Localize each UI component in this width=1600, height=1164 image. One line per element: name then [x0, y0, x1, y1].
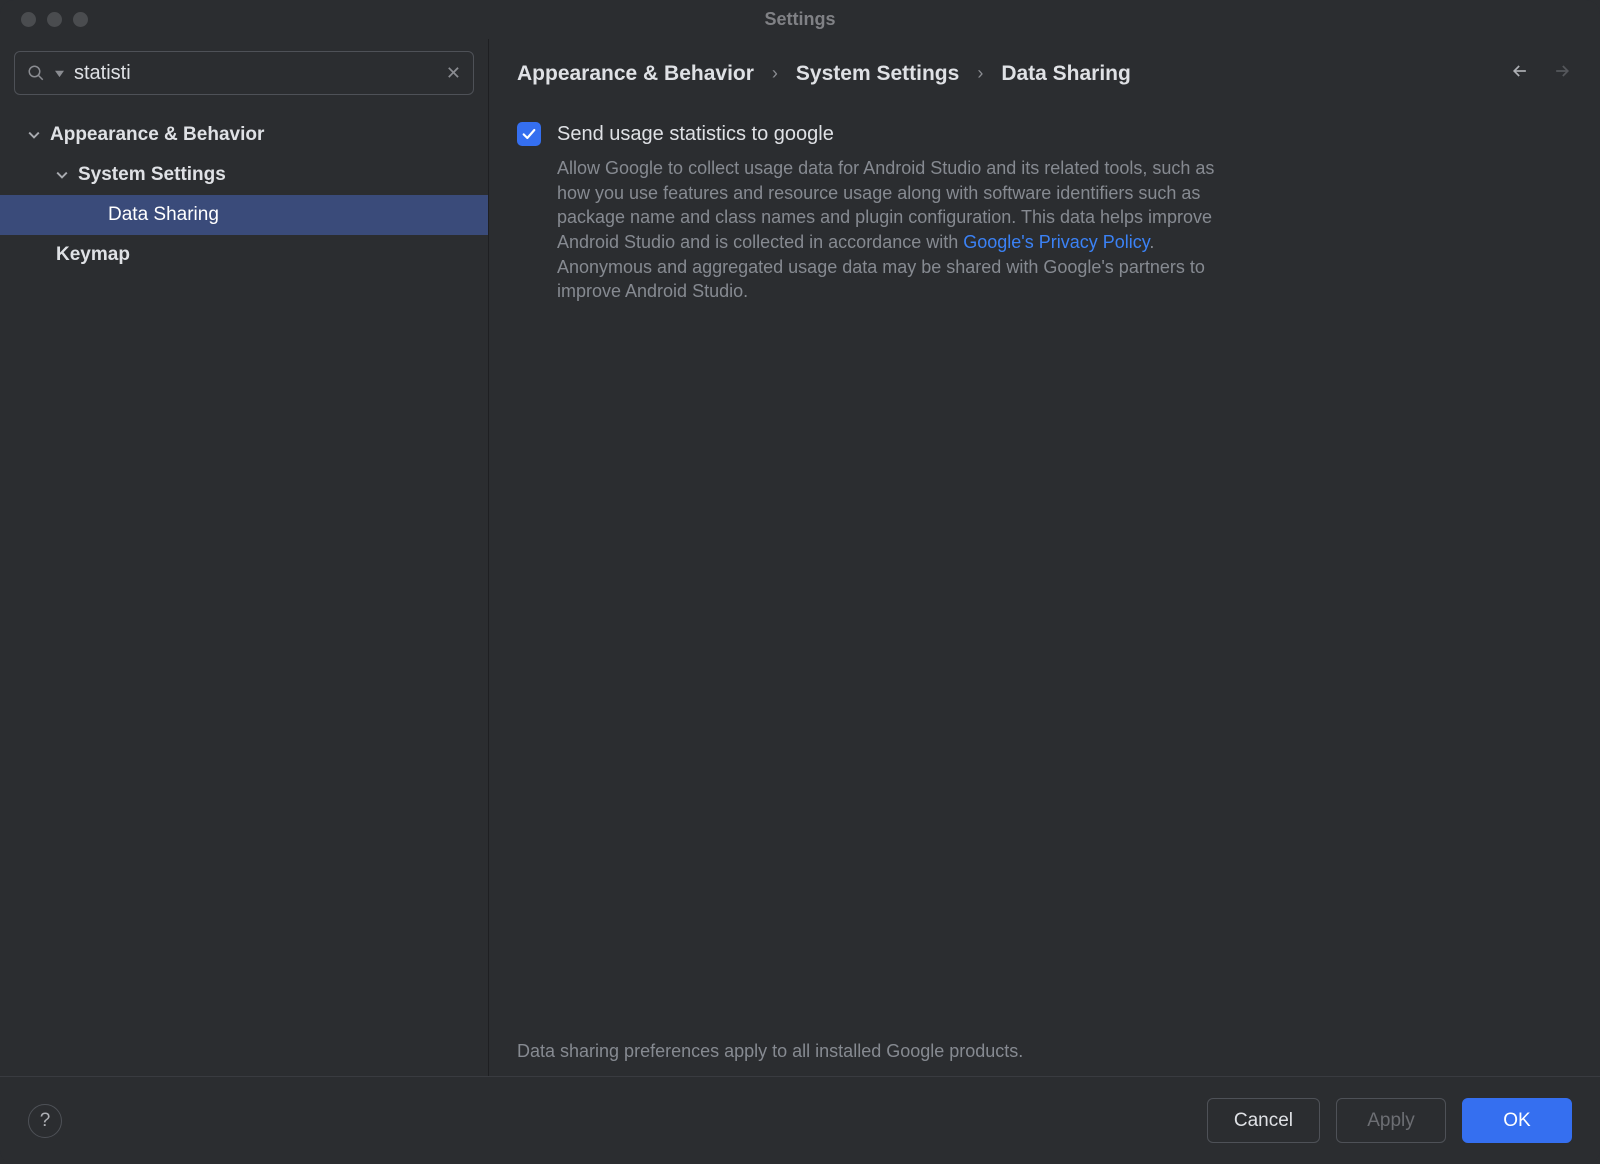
- breadcrumb-part: Data Sharing: [1001, 62, 1131, 86]
- send-usage-statistics-label: Send usage statistics to google: [557, 123, 834, 146]
- settings-tree: Appearance & Behavior System Settings Da…: [0, 105, 488, 275]
- breadcrumb-separator: ›: [977, 63, 983, 84]
- sidebar-item-keymap[interactable]: Keymap: [0, 235, 488, 275]
- sidebar-item-appearance-behavior[interactable]: Appearance & Behavior: [0, 115, 488, 155]
- clear-search-icon[interactable]: ✕: [446, 63, 461, 84]
- sidebar-item-label: System Settings: [78, 164, 226, 186]
- help-icon: ?: [40, 1110, 51, 1132]
- chevron-down-icon: [54, 167, 70, 183]
- data-sharing-note: Data sharing preferences apply to all in…: [489, 1041, 1600, 1076]
- breadcrumb: Appearance & Behavior › System Settings …: [517, 62, 1131, 86]
- zoom-window-button[interactable]: [73, 12, 88, 27]
- check-icon: [521, 126, 537, 142]
- settings-window: Settings ✕ Appearance & Behavior: [0, 0, 1600, 1164]
- body-area: ✕ Appearance & Behavior System Settings: [0, 38, 1600, 1076]
- footer: ? Cancel Apply OK: [0, 1076, 1600, 1164]
- content-panel: Appearance & Behavior › System Settings …: [489, 39, 1600, 1076]
- sidebar-item-data-sharing[interactable]: Data Sharing: [0, 195, 488, 235]
- window-title: Settings: [764, 9, 835, 30]
- sidebar-item-label: Keymap: [56, 244, 130, 266]
- breadcrumb-separator: ›: [772, 63, 778, 84]
- nav-back-button[interactable]: [1510, 61, 1530, 86]
- chevron-down-icon: [26, 127, 42, 143]
- nav-arrows: [1510, 61, 1572, 86]
- close-window-button[interactable]: [21, 12, 36, 27]
- chevron-down-icon: [55, 69, 64, 78]
- ok-button-label: OK: [1503, 1110, 1530, 1132]
- search-input[interactable]: [74, 62, 436, 85]
- content-body: Send usage statistics to google Allow Go…: [489, 86, 1600, 1041]
- ok-button[interactable]: OK: [1462, 1098, 1572, 1143]
- cancel-button-label: Cancel: [1234, 1110, 1293, 1132]
- setting-description: Allow Google to collect usage data for A…: [557, 156, 1227, 304]
- sidebar-item-system-settings[interactable]: System Settings: [0, 155, 488, 195]
- breadcrumb-part: Appearance & Behavior: [517, 62, 754, 86]
- footer-buttons: Cancel Apply OK: [1207, 1098, 1572, 1143]
- search-box[interactable]: ✕: [14, 51, 474, 95]
- send-usage-statistics-row: Send usage statistics to google: [517, 122, 1572, 146]
- privacy-policy-link[interactable]: Google's Privacy Policy: [963, 232, 1149, 252]
- send-usage-statistics-checkbox[interactable]: [517, 122, 541, 146]
- titlebar: Settings: [0, 0, 1600, 38]
- minimize-window-button[interactable]: [47, 12, 62, 27]
- apply-button: Apply: [1336, 1098, 1446, 1143]
- apply-button-label: Apply: [1367, 1110, 1415, 1132]
- search-icon: [27, 64, 45, 82]
- cancel-button[interactable]: Cancel: [1207, 1098, 1320, 1143]
- sidebar-item-label: Data Sharing: [108, 204, 219, 226]
- breadcrumb-part: System Settings: [796, 62, 959, 86]
- window-controls: [0, 12, 88, 27]
- sidebar: ✕ Appearance & Behavior System Settings: [0, 39, 489, 1076]
- sidebar-item-label: Appearance & Behavior: [50, 124, 264, 146]
- content-header: Appearance & Behavior › System Settings …: [489, 39, 1600, 86]
- nav-forward-button: [1552, 61, 1572, 86]
- help-button[interactable]: ?: [28, 1104, 62, 1138]
